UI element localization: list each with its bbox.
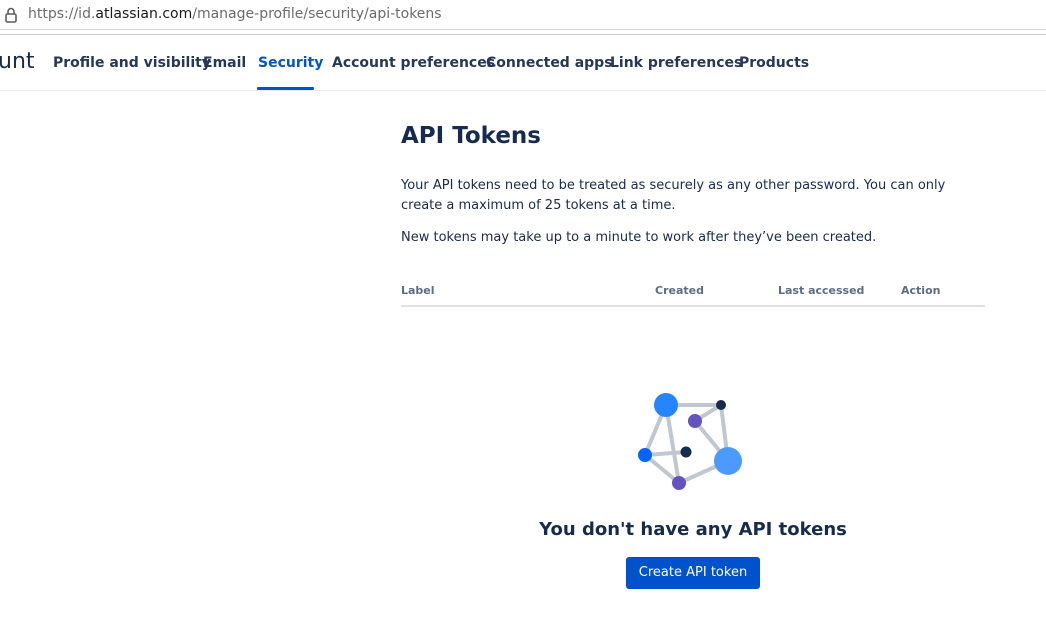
tab-products[interactable]: Products bbox=[739, 54, 809, 72]
tab-connected-apps[interactable]: Connected apps bbox=[486, 54, 613, 72]
empty-state-title: You don't have any API tokens bbox=[539, 519, 847, 540]
tab-security[interactable]: Security bbox=[258, 54, 323, 72]
url-prefix: https://id. bbox=[28, 6, 96, 22]
column-header-action: Action bbox=[901, 284, 941, 297]
url-text[interactable]: https://id.atlassian.com/manage-profile/… bbox=[28, 6, 442, 23]
security-description: Your API tokens need to be treated as se… bbox=[401, 178, 946, 213]
tab-link-preferences[interactable]: Link preferences bbox=[610, 54, 742, 72]
url-domain: atlassian.com bbox=[95, 6, 193, 22]
account-nav: unt Profile and visibility Email Securit… bbox=[0, 35, 1046, 91]
browser-address-bar[interactable]: https://id.atlassian.com/manage-profile/… bbox=[0, 0, 1046, 30]
tab-account-preferences[interactable]: Account preferences bbox=[332, 54, 495, 72]
url-path: /manage-profile/security/api-tokens bbox=[192, 6, 442, 22]
tab-email[interactable]: Email bbox=[203, 54, 246, 72]
tab-profile-and-visibility[interactable]: Profile and visibility bbox=[53, 54, 211, 72]
network-nodes-illustration bbox=[638, 393, 742, 490]
column-header-label: Label bbox=[401, 284, 435, 297]
active-tab-indicator bbox=[257, 87, 314, 90]
create-api-token-button[interactable]: Create API token bbox=[626, 557, 760, 589]
tokens-table-header: Label Created Last accessed Action bbox=[401, 282, 985, 307]
column-header-created: Created bbox=[655, 284, 704, 297]
page-title: API Tokens bbox=[401, 123, 541, 149]
activation-note: New tokens may take up to a minute to wo… bbox=[401, 230, 877, 245]
column-header-last-accessed: Last accessed bbox=[778, 284, 865, 297]
page-brand-title: unt bbox=[0, 49, 35, 74]
lock-icon bbox=[5, 7, 17, 23]
